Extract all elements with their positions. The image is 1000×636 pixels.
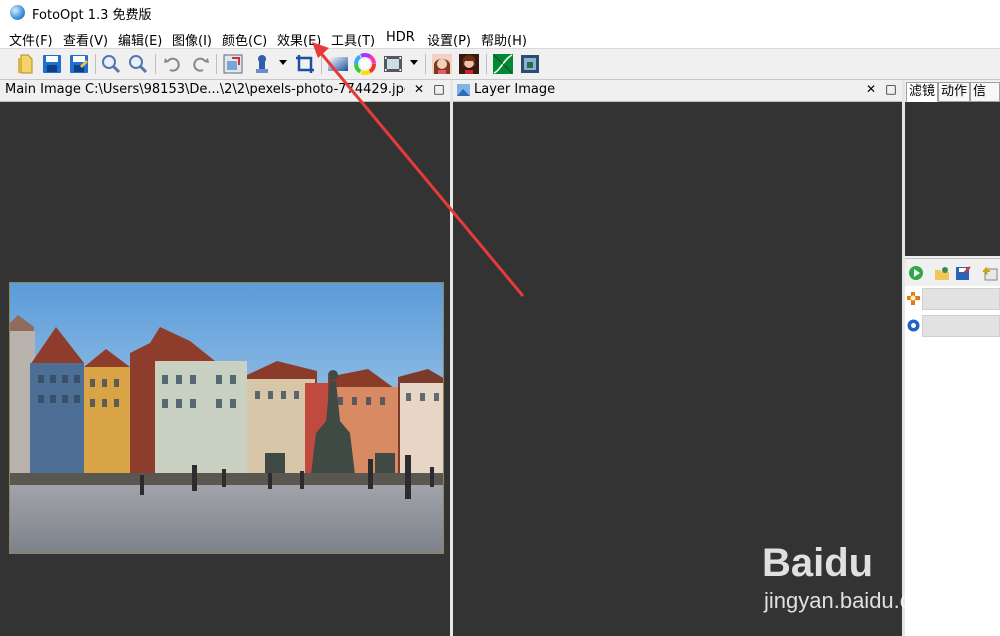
maximize-icon[interactable]: □ xyxy=(884,82,898,96)
undo-icon[interactable] xyxy=(162,53,184,75)
save-action-icon[interactable] xyxy=(955,265,971,281)
filmstrip-dropdown-arrow[interactable] xyxy=(410,60,418,65)
main-image-title: Main Image C:\Users\98153\De...\2\2\pexe… xyxy=(5,82,405,97)
save-icon[interactable] xyxy=(41,53,63,75)
zoom-out-icon[interactable] xyxy=(127,53,149,75)
right-panel-tabs: 滤镜 动作 信息 xyxy=(905,80,1000,117)
redo-icon[interactable] xyxy=(189,53,211,75)
watermark-brand-cn: 经验 xyxy=(912,549,972,584)
layer-image-header: Layer Image ✕ □ xyxy=(453,80,902,102)
toolbar-separator xyxy=(425,54,426,74)
layer-image-icon xyxy=(457,84,470,96)
layer-image-title: Layer Image xyxy=(474,82,556,97)
toolbar-separator xyxy=(155,54,156,74)
zoom-in-icon[interactable] xyxy=(100,53,122,75)
menu-image[interactable]: 图像(I) xyxy=(172,30,212,49)
adjust-icon xyxy=(907,292,920,305)
menu-view[interactable]: 查看(V) xyxy=(63,30,108,49)
play-icon[interactable] xyxy=(908,265,924,281)
menu-hdr[interactable]: HDR xyxy=(386,30,415,45)
watermark-url: jingyan.baidu.com xyxy=(763,588,941,613)
new-document-icon[interactable] xyxy=(14,53,36,75)
filmstrip-icon[interactable] xyxy=(382,53,404,75)
stamp-dropdown-arrow[interactable] xyxy=(279,60,287,65)
clone-stamp-icon[interactable] xyxy=(251,53,273,75)
portrait-icon[interactable] xyxy=(431,53,453,75)
filter-preview-area xyxy=(905,102,1000,256)
main-image-photo xyxy=(9,282,444,554)
toolbar-separator xyxy=(486,54,487,74)
title-bar: FotoOpt 1.3 免费版 xyxy=(0,0,1000,26)
menu-help[interactable]: 帮助(H) xyxy=(481,30,527,49)
menu-tools[interactable]: 工具(T) xyxy=(331,30,375,49)
menu-effects[interactable]: 效果(E) xyxy=(277,30,321,49)
property-value-field[interactable] xyxy=(922,315,1000,337)
baidu-watermark: Baidu 经验 jingyan.baidu.com xyxy=(762,524,992,618)
menu-bar: 文件(F) 查看(V) 编辑(E) 图像(I) 颜色(C) 效果(E) 工具(T… xyxy=(0,26,1000,49)
frame-icon[interactable] xyxy=(519,53,541,75)
watermark-brand: Baidu xyxy=(762,541,873,585)
right-panel-toolbar xyxy=(905,258,1000,287)
menu-settings[interactable]: 设置(P) xyxy=(427,30,471,49)
menu-file[interactable]: 文件(F) xyxy=(9,30,53,49)
toolbar xyxy=(0,49,1000,80)
app-logo-icon xyxy=(10,5,25,20)
tab-info[interactable]: 信息 xyxy=(970,82,1000,117)
portrait-retouch-icon[interactable] xyxy=(458,53,480,75)
open-action-icon[interactable] xyxy=(934,265,950,281)
maximize-icon[interactable]: □ xyxy=(432,82,446,96)
property-value-field[interactable] xyxy=(922,288,1000,310)
save-as-icon[interactable] xyxy=(68,53,90,75)
list-item xyxy=(905,286,1000,312)
resize-image-icon[interactable] xyxy=(222,53,244,75)
main-image-header: Main Image C:\Users\98153\De...\2\2\pexe… xyxy=(0,80,450,102)
toolbar-separator xyxy=(216,54,217,74)
add-action-icon[interactable] xyxy=(982,265,998,281)
gradient-icon[interactable] xyxy=(327,53,349,75)
crop-icon[interactable] xyxy=(294,53,316,75)
window-title: FotoOpt 1.3 免费版 xyxy=(32,8,152,23)
list-item xyxy=(905,313,1000,339)
toolbar-separator xyxy=(95,54,96,74)
menu-edit[interactable]: 编辑(E) xyxy=(118,30,162,49)
close-icon[interactable]: ✕ xyxy=(864,82,878,96)
color-wheel-icon[interactable] xyxy=(354,53,376,75)
tab-actions[interactable]: 动作 xyxy=(938,82,971,102)
toolbar-separator xyxy=(321,54,322,74)
curves-icon[interactable] xyxy=(492,53,514,75)
menu-color[interactable]: 颜色(C) xyxy=(222,30,267,49)
tab-filters[interactable]: 滤镜 xyxy=(906,82,939,102)
radio-icon xyxy=(907,319,920,332)
close-icon[interactable]: ✕ xyxy=(412,82,426,96)
